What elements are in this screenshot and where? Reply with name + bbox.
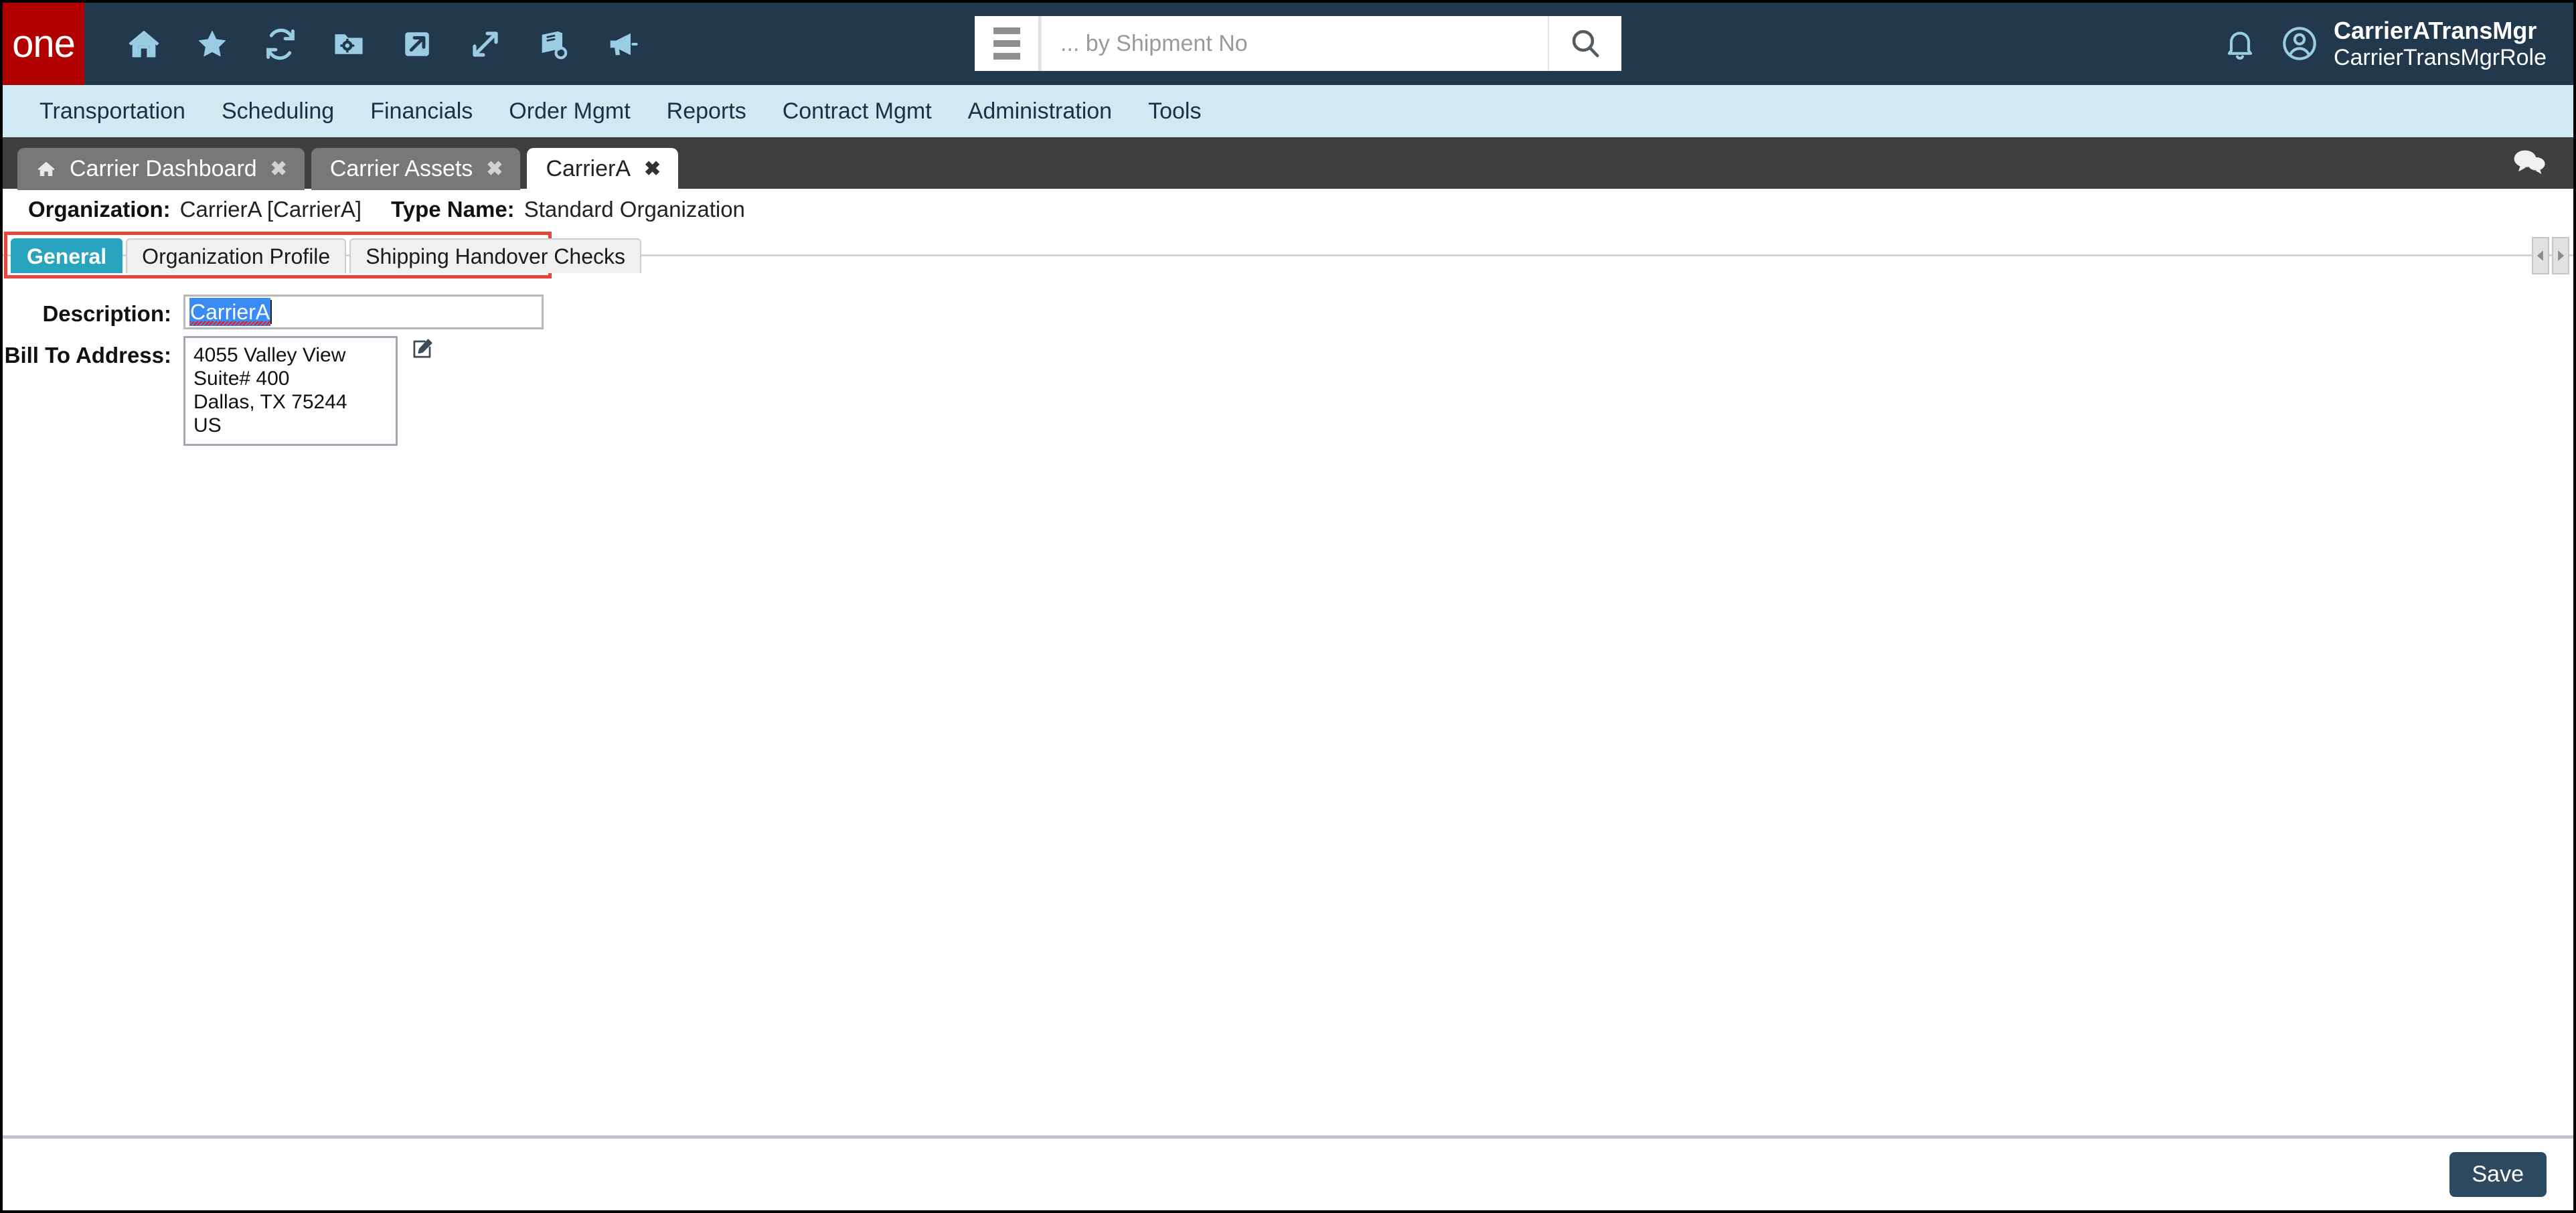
tab-shipping-handover-checks[interactable]: Shipping Handover Checks	[349, 238, 641, 273]
application-window: one ... by Shipment No CarrierATransMgr …	[0, 0, 2576, 1213]
nav-item-reports[interactable]: Reports	[649, 85, 764, 137]
megaphone-icon[interactable]	[588, 3, 656, 85]
nav-item-administration[interactable]: Administration	[950, 85, 1130, 137]
section-tabs: General Organization Profile Shipping Ha…	[11, 238, 641, 273]
nav-item-financials[interactable]: Financials	[352, 85, 491, 137]
organization-value: CarrierA [CarrierA]	[179, 197, 362, 222]
general-tab-content: Description: CarrierA Bill To Address: 4…	[3, 280, 2573, 1135]
hamburger-bar	[993, 40, 1020, 47]
home-icon	[36, 159, 56, 179]
form-row-description: Description: CarrierA	[3, 295, 2573, 329]
user-identity: CarrierATransMgr CarrierTransMgrRole	[2334, 17, 2547, 70]
book-search-icon[interactable]	[519, 3, 588, 85]
brand-logo[interactable]: one	[3, 3, 84, 85]
type-name-label: Type Name:	[391, 197, 515, 222]
tab-label: CarrierA	[546, 156, 631, 181]
close-icon[interactable]: ✖	[486, 159, 503, 179]
close-icon[interactable]: ✖	[270, 159, 287, 179]
header-user-zone: CarrierATransMgr CarrierTransMgrRole	[2200, 3, 2551, 85]
tab-scroll-controls	[2532, 237, 2569, 274]
hamburger-icon[interactable]	[975, 16, 1040, 71]
shortcut-arrow-icon[interactable]	[383, 3, 451, 85]
folder-gear-icon[interactable]	[315, 3, 383, 85]
type-name-value: Standard Organization	[524, 197, 745, 222]
tab-carriera[interactable]: CarrierA ✖	[527, 148, 679, 190]
hamburger-bar	[993, 27, 1020, 34]
app-header: one ... by Shipment No CarrierATransMgr …	[3, 3, 2573, 85]
nav-item-contract-mgmt[interactable]: Contract Mgmt	[764, 85, 950, 137]
chat-bubbles-icon[interactable]	[2512, 147, 2547, 181]
nav-item-order-mgmt[interactable]: Order Mgmt	[491, 85, 648, 137]
bell-icon[interactable]	[2200, 3, 2280, 85]
nav-item-scheduling[interactable]: Scheduling	[204, 85, 352, 137]
tab-label: Carrier Dashboard	[70, 156, 257, 181]
description-value: CarrierA	[189, 298, 271, 326]
description-input[interactable]: CarrierA	[183, 295, 544, 329]
address-line: 4055 Valley View	[193, 344, 346, 366]
tab-organization-profile[interactable]: Organization Profile	[126, 238, 347, 273]
organization-info: Organization: CarrierA [CarrierA] Type N…	[3, 189, 2573, 230]
tab-general[interactable]: General	[11, 238, 123, 273]
organization-label: Organization:	[28, 197, 171, 222]
refresh-icon[interactable]	[246, 3, 315, 85]
user-name: CarrierATransMgr	[2333, 17, 2537, 45]
search-icon[interactable]	[1549, 16, 1621, 71]
close-icon[interactable]: ✖	[644, 159, 661, 179]
expand-arrows-icon[interactable]	[451, 3, 519, 85]
address-line: US	[193, 414, 222, 437]
tab-carrier-assets[interactable]: Carrier Assets ✖	[311, 148, 521, 190]
description-label: Description:	[42, 301, 171, 326]
header-toolbar	[84, 3, 656, 85]
bill-to-address-label: Bill To Address:	[4, 343, 171, 368]
address-line: Suite# 400	[193, 368, 290, 390]
form-footer: Save	[3, 1135, 2573, 1210]
bill-to-address-control: 4055 Valley View Suite# 400 Dallas, TX 7…	[183, 336, 434, 447]
hamburger-bar	[993, 53, 1020, 60]
user-circle-icon	[2280, 24, 2319, 63]
search-input[interactable]	[1040, 16, 1549, 71]
text-caret	[270, 300, 272, 324]
brand-logo-text: one	[12, 22, 76, 66]
tab-carrier-dashboard[interactable]: Carrier Dashboard ✖	[17, 148, 305, 190]
address-line: Dallas, TX 75244	[193, 391, 347, 414]
user-role: CarrierTransMgrRole	[2333, 44, 2547, 70]
main-navigation: Transportation Scheduling Financials Ord…	[3, 85, 2573, 137]
home-icon[interactable]	[110, 3, 178, 85]
save-button[interactable]: Save	[2449, 1152, 2547, 1197]
section-tabs-strip: General Organization Profile Shipping Ha…	[3, 230, 2573, 280]
star-icon[interactable]	[178, 3, 246, 85]
nav-item-transportation[interactable]: Transportation	[21, 85, 204, 137]
nav-item-tools[interactable]: Tools	[1130, 85, 1219, 137]
bill-to-address-box[interactable]: 4055 Valley View Suite# 400 Dallas, TX 7…	[183, 336, 398, 447]
form-row-bill-to-address: Bill To Address: 4055 Valley View Suite#…	[3, 336, 2573, 447]
global-search	[975, 16, 1621, 71]
user-menu[interactable]: CarrierATransMgr CarrierTransMgrRole	[2280, 17, 2551, 70]
scroll-left-icon[interactable]	[2532, 237, 2549, 274]
tab-label: Carrier Assets	[329, 156, 473, 181]
scroll-right-icon[interactable]	[2552, 237, 2569, 274]
edit-pencil-icon[interactable]	[410, 336, 434, 361]
organization-form: Description: CarrierA Bill To Address: 4…	[3, 280, 2573, 447]
open-tabs-bar: Carrier Dashboard ✖ Carrier Assets ✖ Car…	[3, 137, 2573, 190]
